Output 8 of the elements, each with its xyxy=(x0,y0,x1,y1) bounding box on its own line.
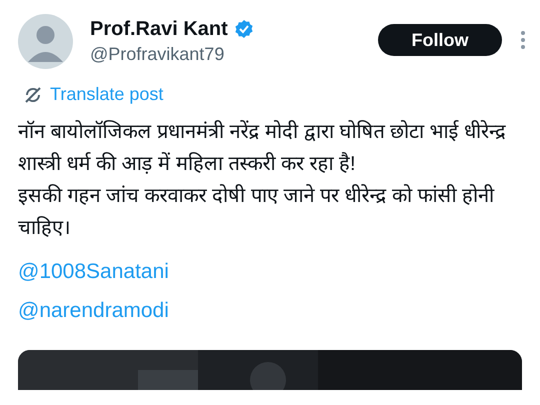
avatar[interactable] xyxy=(18,14,73,69)
author-handle[interactable]: @Profravikant79 xyxy=(90,42,378,66)
post-text: इसकी गहन जांच करवाकर दोषी पाए जाने पर धीरेन्द्र को फांसी होनी चाहिए। xyxy=(18,183,496,241)
post-text: नॉन बायोलॉजिकल प्रधानमंत्री नरेंद्र मोदी द्वारा घोषित छोटा भाई धीरेन्द्र शास्त्री धर्म की आड़ में महिला तस्करी कर रहा है! xyxy=(18,119,508,177)
more-icon[interactable] xyxy=(520,30,526,50)
author-name[interactable]: Prof.Ravi Kant xyxy=(90,16,228,42)
follow-button[interactable]: Follow xyxy=(378,24,502,56)
translate-icon xyxy=(24,86,42,104)
